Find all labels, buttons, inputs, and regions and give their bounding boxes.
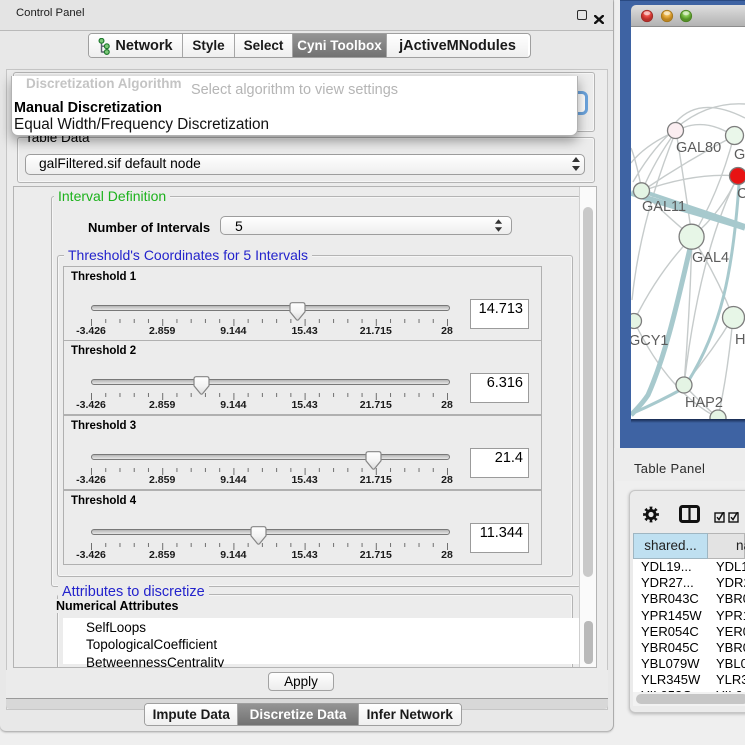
svg-text:H: H bbox=[735, 332, 745, 348]
svg-text:C: C bbox=[737, 186, 745, 202]
svg-text:HAP2: HAP2 bbox=[685, 395, 723, 411]
svg-text:GAL4: GAL4 bbox=[692, 250, 729, 266]
svg-text:GAL11: GAL11 bbox=[642, 199, 686, 215]
svg-text:GCY1: GCY1 bbox=[631, 333, 669, 349]
svg-text:G...: G... bbox=[734, 147, 745, 163]
svg-text:GAL80: GAL80 bbox=[676, 140, 721, 156]
